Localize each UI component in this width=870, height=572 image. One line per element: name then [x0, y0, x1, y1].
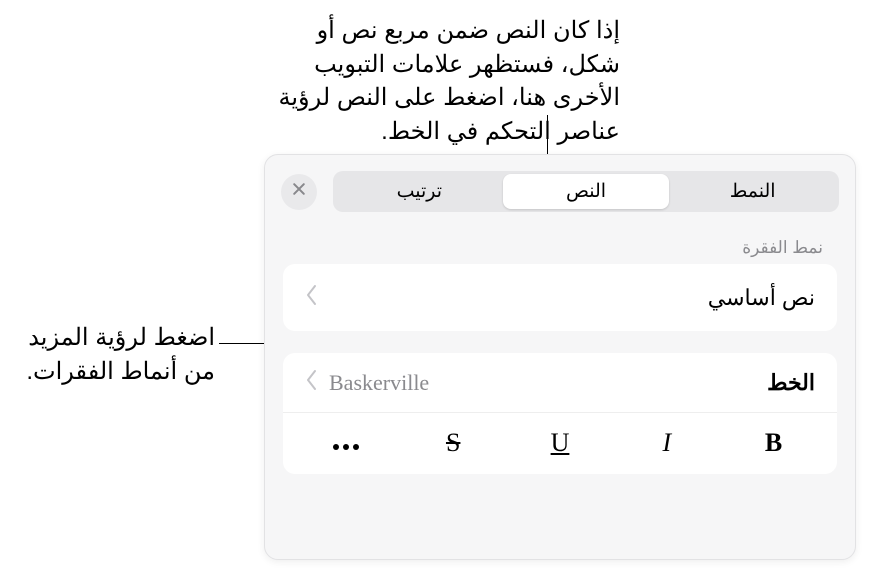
tab-style[interactable]: النمط [669, 174, 836, 209]
close-button[interactable] [281, 174, 317, 210]
panel-header: النمط النص ترتيب [265, 155, 855, 212]
font-value-group: Baskerville [305, 369, 429, 396]
font-family-value: Baskerville [329, 370, 429, 396]
tab-arrange[interactable]: ترتيب [336, 174, 503, 209]
callout-top: إذا كان النص ضمن مربع نص أو شكل، فستظهر … [260, 14, 620, 148]
chevron-left-icon [305, 369, 319, 396]
italic-button[interactable]: I [613, 428, 720, 458]
bold-button[interactable]: B [720, 428, 827, 458]
ellipsis-icon [332, 427, 360, 457]
callout-left: اضغط لرؤية المزيد من أنماط الفقرات. [15, 321, 215, 388]
strikethrough-button[interactable]: S [400, 428, 507, 458]
font-card: الخط Baskerville B I U S [283, 353, 837, 474]
tab-text[interactable]: النص [503, 174, 670, 209]
chevron-left-icon [305, 284, 319, 311]
paragraph-style-row[interactable]: نص أساسي [283, 264, 837, 331]
paragraph-style-label: نمط الفقرة [297, 238, 823, 258]
paragraph-style-value: نص أساسي [708, 285, 815, 311]
close-icon [291, 181, 307, 202]
font-label: الخط [767, 370, 815, 396]
style-buttons-row: B I U S [283, 413, 837, 474]
underline-button[interactable]: U [507, 428, 614, 458]
more-button[interactable] [293, 427, 400, 458]
format-panel: النمط النص ترتيب نمط الفقرة نص أساسي الخ… [264, 154, 856, 560]
font-row[interactable]: الخط Baskerville [283, 353, 837, 413]
tabs-segmented-control: النمط النص ترتيب [333, 171, 839, 212]
